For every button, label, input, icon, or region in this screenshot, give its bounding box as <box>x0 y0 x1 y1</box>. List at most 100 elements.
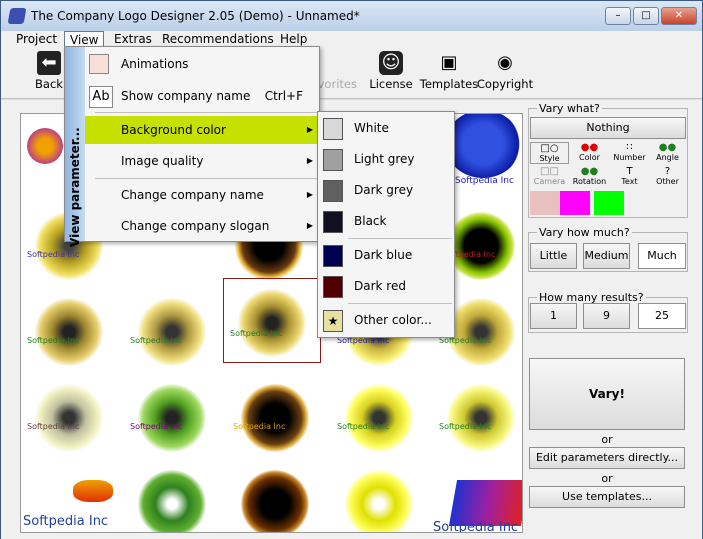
bg-light-grey[interactable]: Light grey <box>318 146 453 174</box>
nothing-button[interactable]: Nothing <box>530 117 686 139</box>
text-cell[interactable]: T Text <box>610 166 649 188</box>
logo-thumb[interactable]: Softpedia Inc <box>227 378 325 463</box>
bg-other-color[interactable]: ★ Other color... <box>318 307 453 335</box>
menu-background-color[interactable]: Background color ▶ <box>85 116 319 144</box>
maximize-button[interactable]: □ <box>633 7 659 25</box>
bg-dark-blue[interactable]: Dark blue <box>318 242 453 270</box>
logo-thumb[interactable] <box>124 464 222 532</box>
back-arrow-icon: ⬅ <box>37 51 61 75</box>
logo-thumb[interactable]: Softpedia Inc <box>21 464 119 532</box>
use-templates-button[interactable]: Use templates... <box>529 486 685 508</box>
edit-parameters-button[interactable]: Edit parameters directly... <box>529 447 685 469</box>
color-swatch-green[interactable] <box>594 191 624 215</box>
or-text: or <box>601 433 613 446</box>
menu-extras[interactable]: Extras <box>109 31 157 47</box>
how-much-title: Vary how much? <box>537 226 632 239</box>
app-window: The Company Logo Designer 2.05 (Demo) - … <box>0 0 703 539</box>
vary-button[interactable]: Vary! <box>529 358 685 430</box>
vary-what-title: Vary what? <box>537 102 602 115</box>
logo-graphic <box>35 384 103 452</box>
bg-dark-red[interactable]: Dark red <box>318 273 453 301</box>
cell-label: Style <box>539 154 560 163</box>
results-1-button[interactable]: 1 <box>530 303 577 329</box>
smiley-icon: ☺ <box>379 51 403 75</box>
title-bar[interactable]: The Company Logo Designer 2.05 (Demo) - … <box>1 1 702 31</box>
logo-graphic <box>447 384 515 452</box>
menu-help[interactable]: Help <box>275 31 312 47</box>
logo-graphic <box>138 470 206 532</box>
cell-label: Color <box>579 153 600 162</box>
or-text: or <box>601 472 613 485</box>
logo-graphic <box>138 298 206 366</box>
color-cell[interactable]: ●● Color <box>570 142 609 164</box>
logo-thumb[interactable]: Softpedia Inc <box>21 378 119 463</box>
color-swatch <box>323 149 343 171</box>
rotation-cell[interactable]: ●● Rotation <box>570 166 609 188</box>
animations-icon <box>89 54 109 74</box>
medium-button[interactable]: Medium <box>583 243 630 269</box>
little-button[interactable]: Little <box>530 243 577 269</box>
logo-label: Softpedia Inc <box>233 422 286 431</box>
submenu-arrow-icon: ▶ <box>306 190 313 199</box>
results-9-button[interactable]: 9 <box>583 303 630 329</box>
logo-graphic <box>447 298 515 366</box>
submenu-label: Dark grey <box>354 183 414 197</box>
logo-graphic <box>27 128 63 164</box>
rotation-icon: ●● <box>580 166 599 177</box>
color-swatch <box>323 118 343 140</box>
text-icon: T <box>626 166 633 177</box>
app-icon <box>7 8 27 24</box>
menu-label: Animations <box>121 57 189 71</box>
angle-icon: ●● <box>658 142 677 153</box>
menu-project[interactable]: Project <box>11 31 62 47</box>
logo-thumb[interactable]: Softpedia Inc <box>124 378 222 463</box>
templates-button[interactable]: ▣ Templates <box>419 51 479 91</box>
results-25-button[interactable]: 25 <box>638 303 686 329</box>
logo-thumb[interactable]: Softpedia Inc <box>21 292 119 377</box>
submenu-label: Light grey <box>354 152 415 166</box>
submenu-label: Dark blue <box>354 248 413 262</box>
number-cell[interactable]: ∷ Number <box>610 142 649 164</box>
logo-thumb[interactable] <box>227 464 325 532</box>
menu-label: Change company name <box>121 188 264 202</box>
copyright-button[interactable]: ◉ Copyright <box>475 51 535 91</box>
logo-label: Softpedia Inc <box>23 514 109 529</box>
camera-cell[interactable]: □□ Camera <box>530 166 569 188</box>
other-cell[interactable]: ? Other <box>648 166 687 188</box>
logo-thumb[interactable]: Softpedia Inc <box>331 378 429 463</box>
menu-recommendations[interactable]: Recommendations <box>157 31 279 47</box>
logo-label: Softpedia Inc <box>27 336 80 345</box>
menu-animations[interactable]: Animations <box>85 50 319 78</box>
bg-white[interactable]: White <box>318 115 453 143</box>
logo-label: Softpedia Inc <box>337 422 390 431</box>
cell-label: Text <box>621 177 638 186</box>
submenu-arrow-icon: ▶ <box>306 156 313 165</box>
license-button[interactable]: ☺ License <box>361 51 421 91</box>
much-button[interactable]: Much <box>638 243 686 269</box>
color-swatch <box>323 180 343 202</box>
logo-thumb[interactable] <box>331 464 429 532</box>
logo-thumb[interactable]: Softpedia Inc <box>433 378 522 463</box>
menu-image-quality[interactable]: Image quality ▶ <box>85 147 319 175</box>
style-cell[interactable]: □○ Style <box>530 142 569 164</box>
angle-cell[interactable]: ●● Angle <box>648 142 687 164</box>
right-panel: Vary what? Nothing □○ Style ●● Color ∷ Numb… <box>528 100 702 539</box>
submenu-label: Other color... <box>354 313 432 327</box>
color-swatch-magenta[interactable] <box>560 191 590 215</box>
submenu-label: White <box>354 121 389 135</box>
logo-label: Softpedia Inc <box>455 176 514 186</box>
logo-thumb[interactable]: Softpedia Inc <box>433 464 522 532</box>
menu-label: Change company slogan <box>121 219 270 233</box>
background-color-submenu: White Light grey Dark grey Black Dark bl… <box>317 111 455 338</box>
menu-change-company-name[interactable]: Change company name ▶ <box>85 181 319 209</box>
bg-dark-grey[interactable]: Dark grey <box>318 177 453 205</box>
bg-black[interactable]: Black <box>318 208 453 236</box>
close-button[interactable]: ✕ <box>661 7 697 25</box>
how-many-results-group: How many results? 1 9 25 <box>528 291 688 333</box>
menu-show-company-name[interactable]: Ab Show company name Ctrl+F <box>85 82 319 110</box>
logo-thumb-selected[interactable]: Softpedia Inc <box>223 278 321 363</box>
menu-change-company-slogan[interactable]: Change company slogan ▶ <box>85 212 319 240</box>
camera-icon: □□ <box>540 166 559 177</box>
minimize-button[interactable]: – <box>605 7 631 25</box>
logo-thumb[interactable]: Softpedia Inc <box>124 292 222 377</box>
